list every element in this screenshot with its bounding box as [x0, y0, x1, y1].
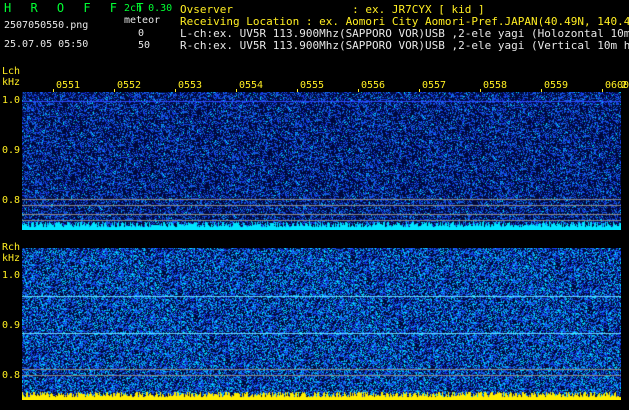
timestamp: 25.07.05 05:50: [4, 39, 89, 50]
channel-mode: 2ch 0.30: [124, 3, 173, 14]
edge-mark: 2: [621, 80, 628, 91]
lch-count: 0: [138, 28, 145, 39]
time-tick: 0558: [483, 80, 508, 91]
lch-ytick-2: 0.9: [2, 145, 21, 156]
rch-unit-label: kHz: [2, 253, 21, 264]
rch-info-line: R-ch:ex. UV5R 113.900Mhz(SAPPORO VOR)USB…: [180, 40, 629, 52]
time-tick: 0551: [56, 80, 81, 91]
lch-ytick-1: 1.0: [2, 95, 21, 106]
time-tick: 0557: [422, 80, 447, 91]
lch-ytick-3: 0.8: [2, 195, 21, 206]
time-tick: 0559: [544, 80, 569, 91]
filename: 2507050550.png: [4, 20, 89, 31]
time-tick: 0553: [178, 80, 203, 91]
location-line: Receiving Location : ex. Aomori City Aom…: [180, 15, 629, 28]
lch-waterfall-canvas: [22, 92, 621, 230]
rch-waterfall-canvas: [22, 248, 621, 400]
time-tick: 0556: [361, 80, 386, 91]
lch-spectrogram: [22, 92, 621, 230]
time-tick: 0554: [239, 80, 264, 91]
rch-count: 50: [138, 40, 151, 51]
rch-spectrogram: [22, 248, 621, 400]
mode-label: meteor: [124, 15, 161, 26]
time-tick: 0555: [300, 80, 325, 91]
rch-ytick-2: 0.9: [2, 320, 21, 331]
rch-ytick-1: 1.0: [2, 270, 21, 281]
rch-ytick-3: 0.8: [2, 370, 21, 381]
lch-info-line: L-ch:ex. UV5R 113.900Mhz(SAPPORO VOR)USB…: [180, 28, 629, 40]
lch-unit-label: kHz: [2, 77, 21, 88]
time-tick: 0552: [117, 80, 142, 91]
